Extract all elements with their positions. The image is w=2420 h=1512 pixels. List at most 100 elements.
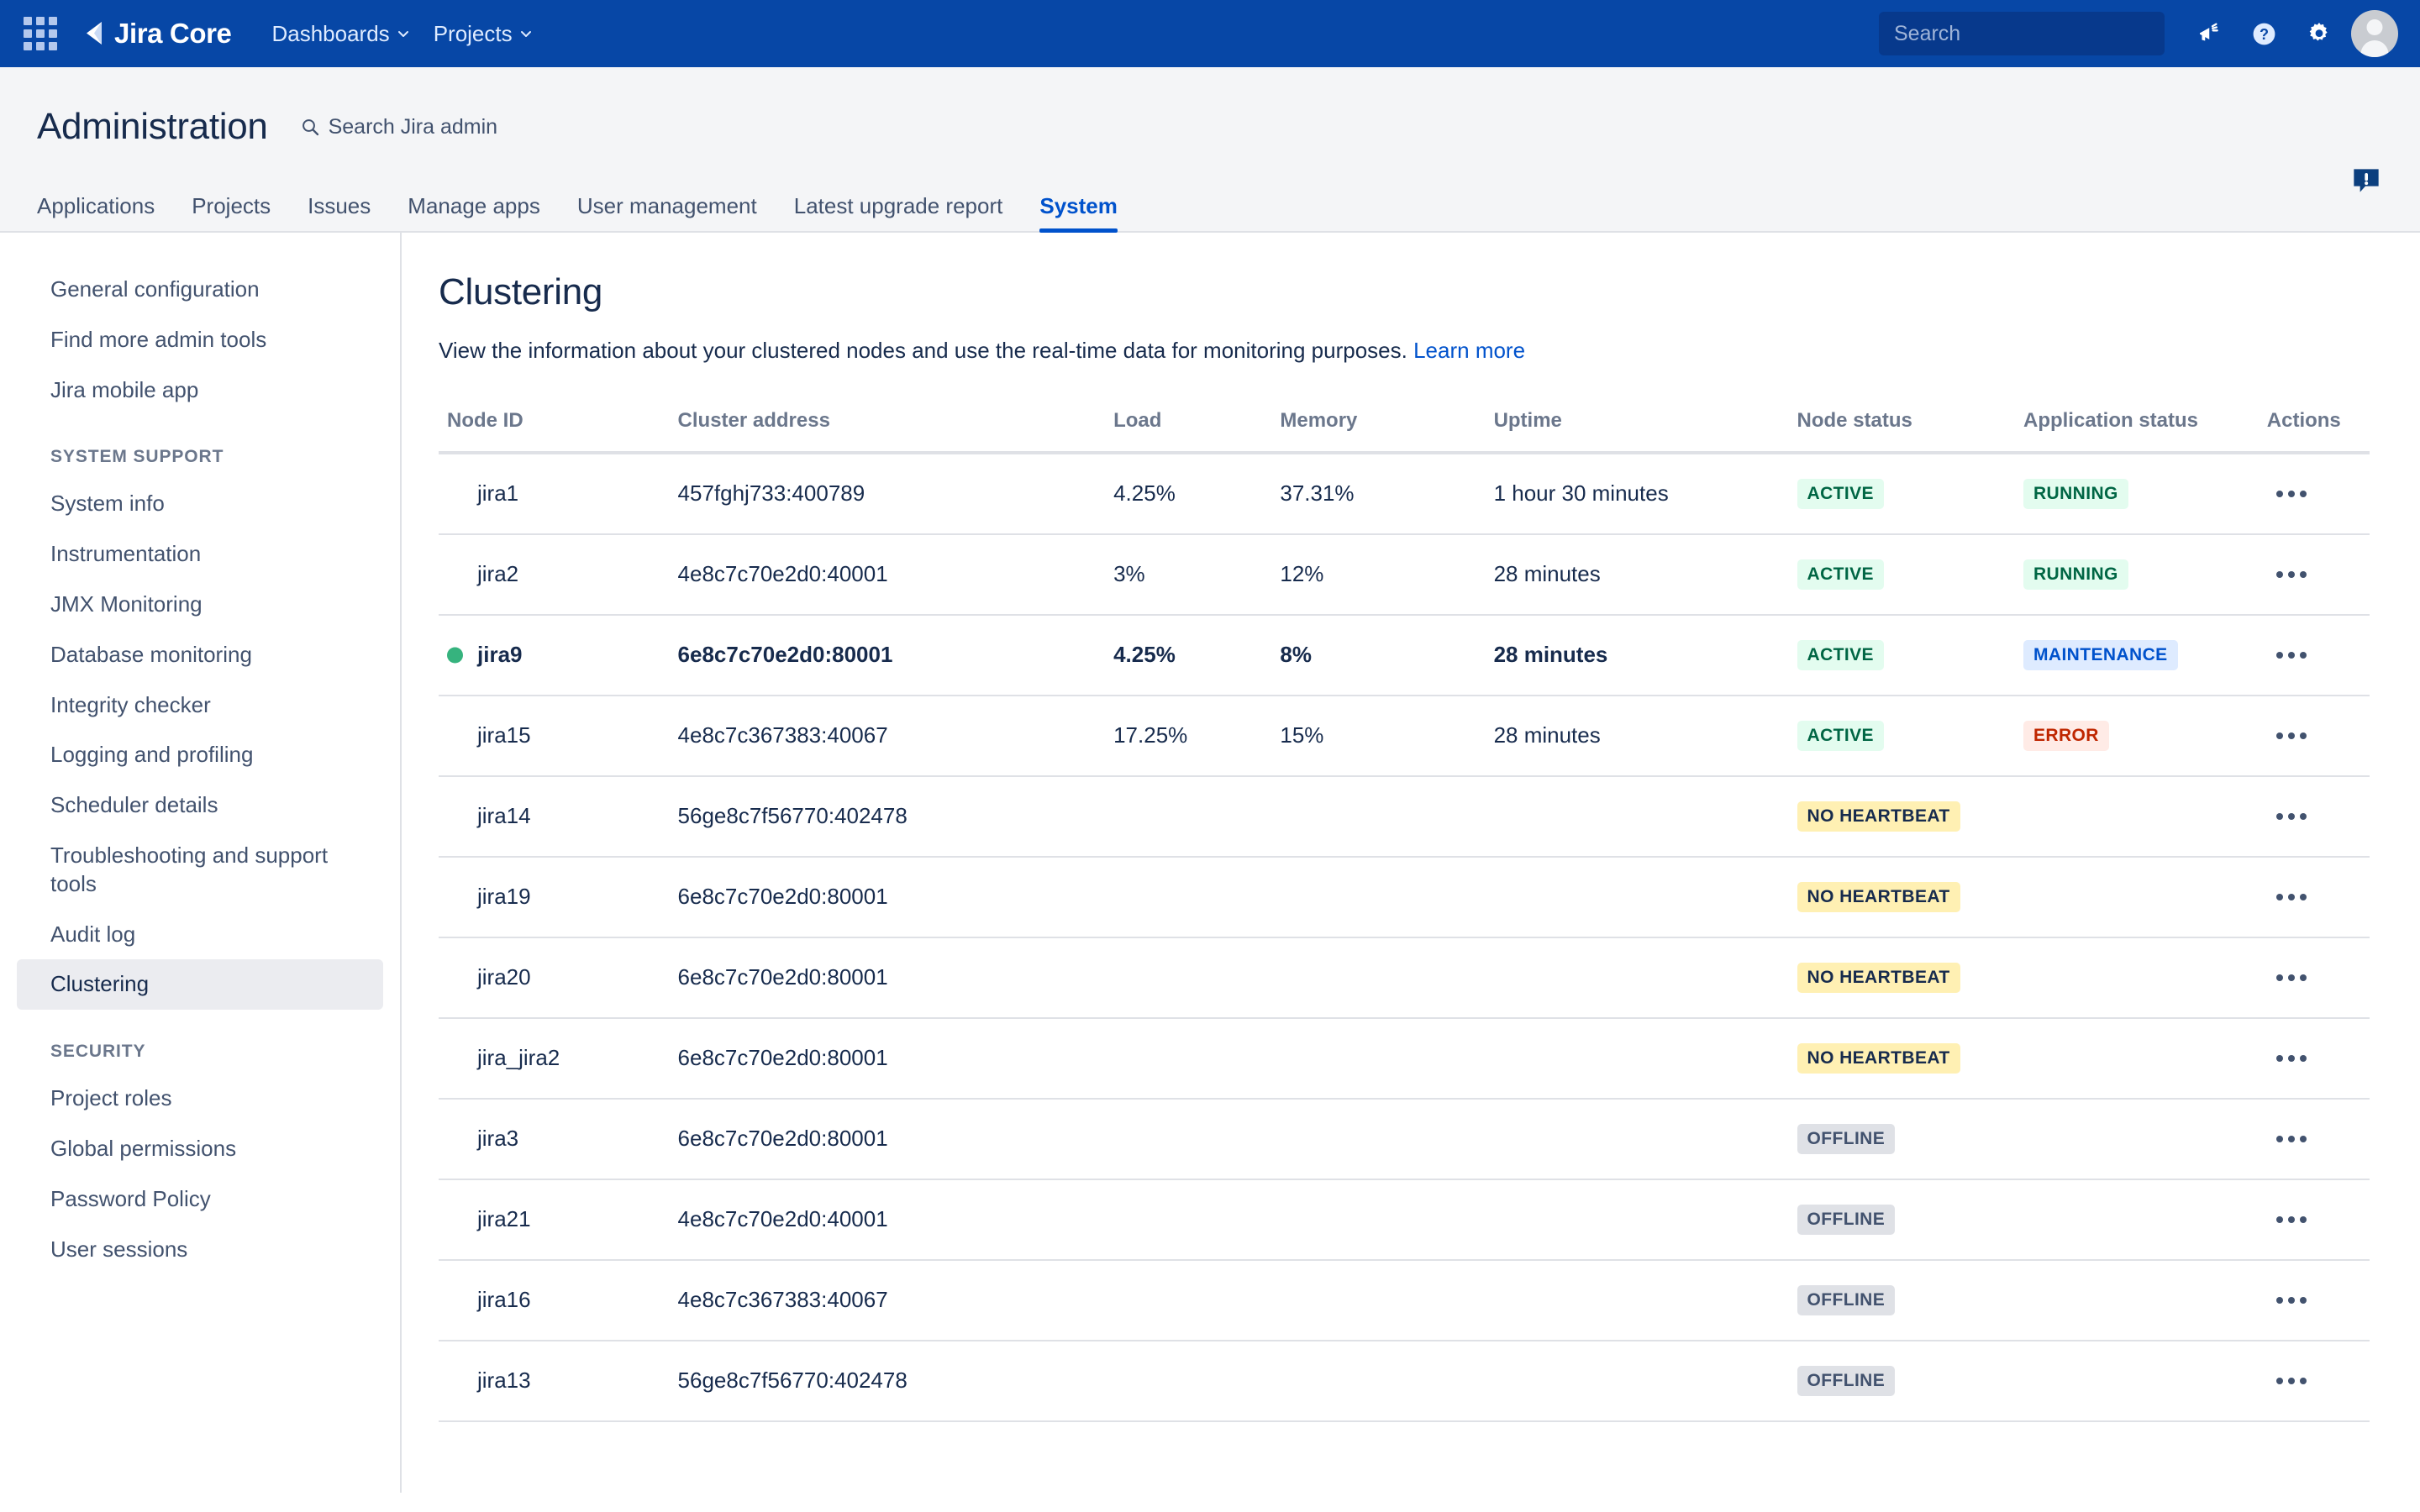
sidebar-item-instrumentation[interactable]: Instrumentation	[17, 529, 383, 580]
more-ellipsis-icon[interactable]	[2267, 475, 2316, 512]
uptime-value: 1 hour 30 minutes	[1494, 480, 1669, 506]
sidebar-item-clustering[interactable]: Clustering	[17, 959, 383, 1010]
column-header-memory[interactable]: Memory	[1271, 409, 1485, 453]
cluster-address-value: 4e8c7c367383:40067	[678, 722, 888, 748]
column-header-node-id[interactable]: Node ID	[439, 409, 670, 453]
cell-actions[interactable]	[2259, 1179, 2370, 1260]
cell-node-status: OFFLINE	[1789, 1341, 2015, 1421]
node-id-value: jira2	[477, 561, 518, 587]
sidebar-item-find-more-admin-tools[interactable]: Find more admin tools	[17, 315, 383, 365]
table-row: jira1457fghj733:4007894.25%37.31%1 hour …	[439, 453, 2370, 534]
jira-core-home-link[interactable]: Jira Core	[76, 18, 231, 50]
column-header-uptime[interactable]: Uptime	[1486, 409, 1789, 453]
column-header-load[interactable]: Load	[1105, 409, 1271, 453]
cell-node-id: jira15	[439, 696, 670, 776]
ellipsis-dot	[2288, 571, 2295, 578]
tab-latest-upgrade-report[interactable]: Latest upgrade report	[776, 193, 1022, 233]
sidebar-item-logging-and-profiling[interactable]: Logging and profiling	[17, 730, 383, 780]
cell-actions[interactable]	[2259, 1018, 2370, 1099]
admin-search-trigger[interactable]: Search Jira admin	[300, 115, 497, 139]
cell-node-status: ACTIVE	[1789, 534, 2015, 615]
sidebar-group-system-support: SYSTEM SUPPORT	[17, 447, 383, 467]
tab-system[interactable]: System	[1021, 193, 1136, 233]
sidebar-item-scheduler-details[interactable]: Scheduler details	[17, 780, 383, 831]
cell-memory: 8%	[1271, 615, 1485, 696]
sidebar-item-global-permissions[interactable]: Global permissions	[17, 1124, 383, 1174]
column-header-node-status[interactable]: Node status	[1789, 409, 2015, 453]
more-ellipsis-icon[interactable]	[2267, 1040, 2316, 1077]
topnav-item-projects[interactable]: Projects	[422, 13, 544, 55]
sidebar-item-audit-log[interactable]: Audit log	[17, 910, 383, 960]
cell-node-id: jira13	[439, 1341, 670, 1421]
avatar-head	[2367, 19, 2383, 35]
sidebar-item-label: General configuration	[50, 276, 260, 302]
learn-more-link[interactable]: Learn more	[1413, 338, 1525, 363]
app-switcher-grid-icon[interactable]	[22, 15, 59, 52]
table-row: jira24e8c7c70e2d0:400013%12%28 minutesAC…	[439, 534, 2370, 615]
more-ellipsis-icon[interactable]	[2267, 1362, 2316, 1399]
topnav-item-dashboards[interactable]: Dashboards	[260, 13, 421, 55]
more-ellipsis-icon[interactable]	[2267, 556, 2316, 593]
cell-actions[interactable]	[2259, 776, 2370, 857]
cell-actions[interactable]	[2259, 453, 2370, 534]
sidebar-item-password-policy[interactable]: Password Policy	[17, 1174, 383, 1225]
brand-name: Jira Core	[114, 18, 231, 50]
cell-application-status	[2015, 1018, 2259, 1099]
sidebar-item-general-configuration[interactable]: General configuration	[17, 265, 383, 315]
grid-cell	[49, 42, 57, 50]
cell-memory	[1271, 1099, 1485, 1179]
tab-applications[interactable]: Applications	[37, 193, 173, 233]
more-ellipsis-icon[interactable]	[2267, 717, 2316, 754]
global-search-box[interactable]	[1879, 12, 2165, 55]
cell-uptime	[1486, 937, 1789, 1018]
cell-actions[interactable]	[2259, 615, 2370, 696]
grid-cell	[36, 42, 45, 50]
cell-node-status: NO HEARTBEAT	[1789, 1018, 2015, 1099]
table-body: jira1457fghj733:4007894.25%37.31%1 hour …	[439, 453, 2370, 1421]
tab-user-management[interactable]: User management	[559, 193, 776, 233]
grid-cell	[36, 17, 45, 25]
sidebar-item-jira-mobile-app[interactable]: Jira mobile app	[17, 365, 383, 416]
notification-alert-icon[interactable]	[2349, 165, 2383, 202]
more-ellipsis-icon[interactable]	[2267, 959, 2316, 996]
sidebar-item-jmx-monitoring[interactable]: JMX Monitoring	[17, 580, 383, 630]
cell-actions[interactable]	[2259, 696, 2370, 776]
cell-memory	[1271, 776, 1485, 857]
sidebar-item-system-info[interactable]: System info	[17, 479, 383, 529]
more-ellipsis-icon[interactable]	[2267, 798, 2316, 835]
table-row: jira214e8c7c70e2d0:40001OFFLINE	[439, 1179, 2370, 1260]
cell-cluster-address: 6e8c7c70e2d0:80001	[670, 615, 1106, 696]
sidebar-item-integrity-checker[interactable]: Integrity checker	[17, 680, 383, 731]
cell-memory	[1271, 937, 1485, 1018]
more-ellipsis-icon[interactable]	[2267, 1282, 2316, 1319]
sidebar-item-project-roles[interactable]: Project roles	[17, 1074, 383, 1124]
sidebar-item-database-monitoring[interactable]: Database monitoring	[17, 630, 383, 680]
cell-actions[interactable]	[2259, 1099, 2370, 1179]
settings-gear-icon[interactable]	[2296, 10, 2343, 57]
tab-projects[interactable]: Projects	[173, 193, 289, 233]
more-ellipsis-icon[interactable]	[2267, 1201, 2316, 1238]
column-header-cluster-address[interactable]: Cluster address	[670, 409, 1106, 453]
sidebar-item-label: Database monitoring	[50, 642, 252, 667]
cell-actions[interactable]	[2259, 1341, 2370, 1421]
node-id-value: jira15	[477, 722, 531, 748]
cell-actions[interactable]	[2259, 857, 2370, 937]
announcement-megaphone-icon[interactable]	[2185, 10, 2232, 57]
more-ellipsis-icon[interactable]	[2267, 879, 2316, 916]
more-ellipsis-icon[interactable]	[2267, 1121, 2316, 1158]
ellipsis-dot	[2276, 491, 2283, 497]
user-avatar[interactable]	[2351, 10, 2398, 57]
cell-actions[interactable]	[2259, 1260, 2370, 1341]
tab-issues[interactable]: Issues	[289, 193, 389, 233]
search-input[interactable]	[1894, 22, 2165, 46]
avatar-body	[2361, 40, 2389, 57]
column-header-application-status[interactable]: Application status	[2015, 409, 2259, 453]
cell-actions[interactable]	[2259, 937, 2370, 1018]
more-ellipsis-icon[interactable]	[2267, 637, 2316, 674]
cell-actions[interactable]	[2259, 534, 2370, 615]
ellipsis-dot	[2300, 1055, 2307, 1062]
sidebar-item-user-sessions[interactable]: User sessions	[17, 1225, 383, 1275]
sidebar-item-troubleshooting-and-support-tools[interactable]: Troubleshooting and support tools	[17, 831, 383, 910]
help-question-icon[interactable]: ?	[2240, 10, 2287, 57]
tab-manage-apps[interactable]: Manage apps	[389, 193, 559, 233]
